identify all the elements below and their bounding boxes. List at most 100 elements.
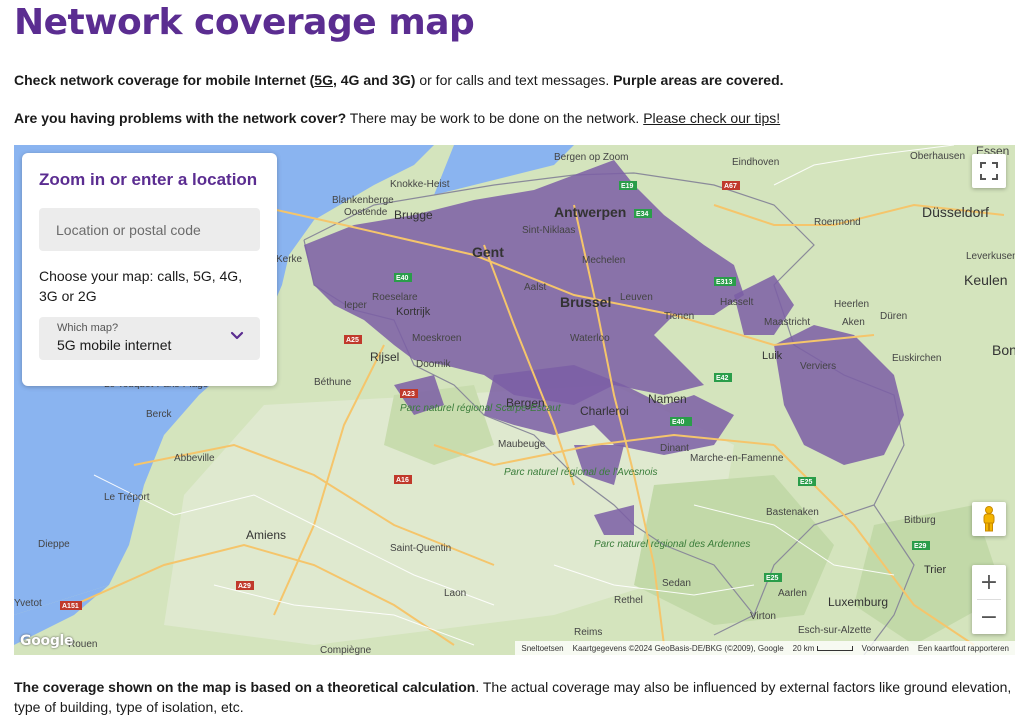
place-label: Aarlen <box>778 588 807 599</box>
place-label: Laon <box>444 588 466 599</box>
place-label: Leuven <box>620 292 653 303</box>
place-label: Amiens <box>246 528 286 542</box>
place-label: Maubeuge <box>498 439 546 450</box>
place-label: Esch-sur-Alzette <box>798 625 872 636</box>
map-data-text: Kaartgegevens ©2024 GeoBasis-DE/BKG (©20… <box>572 643 784 653</box>
place-label: Moeskroen <box>412 333 461 344</box>
location-panel: Zoom in or enter a location Choose your … <box>22 153 277 386</box>
place-label: Brussel <box>560 294 611 310</box>
tips-link[interactable]: Please check our tips! <box>643 110 780 126</box>
shortcuts-link[interactable]: Sneltoetsen <box>521 644 563 653</box>
place-label: Roeselare <box>372 292 418 303</box>
place-label: Verviers <box>800 361 836 372</box>
svg-text:A23: A23 <box>402 391 415 398</box>
place-label: Charleroi <box>580 404 629 418</box>
place-label: Saint-Quentin <box>390 543 451 554</box>
problems-text: Are you having problems with the network… <box>14 110 781 126</box>
place-label: Oberhausen <box>910 151 965 162</box>
road-shield: A67 <box>722 181 740 190</box>
place-label: Antwerpen <box>554 204 626 220</box>
google-logo: Google <box>20 633 74 649</box>
place-label: Rijsel <box>370 350 399 364</box>
svg-text:A29: A29 <box>238 583 251 590</box>
svg-text:E29: E29 <box>914 543 927 550</box>
place-label: Blankenberge <box>332 195 394 206</box>
place-label: Ieper <box>344 300 367 311</box>
panel-title: Zoom in or enter a location <box>39 170 258 189</box>
place-label: Trier <box>924 564 947 576</box>
road-shield: A23 <box>400 389 418 398</box>
place-label: Roermond <box>814 217 861 228</box>
place-label: Rethel <box>614 595 643 606</box>
place-label: Leverkusen <box>966 251 1015 262</box>
coverage-footnote: The coverage shown on the map is based o… <box>14 679 1012 715</box>
location-input[interactable] <box>39 208 260 251</box>
place-label: Béthune <box>314 377 352 388</box>
place-label: Dieppe <box>38 539 70 550</box>
road-shield: E313 <box>714 277 736 286</box>
select-label: Which map? <box>57 322 119 334</box>
chevron-down-icon <box>230 331 244 340</box>
place-label: Bergen op Zoom <box>554 152 629 163</box>
place-label: Mechelen <box>582 255 625 266</box>
road-shield: E40 <box>670 417 692 426</box>
road-shield: E40 <box>394 273 412 282</box>
place-label: Dinant <box>660 443 689 454</box>
fullscreen-button[interactable] <box>972 154 1006 188</box>
place-label: Parc naturel régional Scarpe-Escaut <box>400 403 562 414</box>
report-error-link[interactable]: Een kaartfout rapporteren <box>918 644 1009 653</box>
pegman-icon <box>983 506 995 532</box>
place-label: Oostende <box>344 207 388 218</box>
svg-text:A16: A16 <box>396 477 409 484</box>
road-shield: A25 <box>346 337 359 344</box>
svg-text:E25: E25 <box>766 575 779 582</box>
road-shield: E25 <box>798 477 816 486</box>
svg-text:E25: E25 <box>800 479 813 486</box>
place-label: Luxemburg <box>828 595 888 609</box>
place-label: Doornik <box>416 359 451 370</box>
zoom-in-button[interactable]: + <box>972 565 1006 599</box>
place-label: Aken <box>842 317 865 328</box>
place-label: Eindhoven <box>732 157 779 168</box>
terms-link[interactable]: Voorwaarden <box>862 644 909 653</box>
map-type-select[interactable]: Which map? 5G mobile internet <box>39 317 260 360</box>
street-view-button[interactable] <box>972 502 1006 536</box>
place-label: Bastenaken <box>766 507 819 518</box>
place-label: Keulen <box>964 272 1008 288</box>
road-shield: A16 <box>394 475 412 484</box>
select-value: 5G mobile internet <box>57 337 172 353</box>
svg-text:E40: E40 <box>672 419 685 426</box>
map-attribution: Sneltoetsen Kaartgegevens ©2024 GeoBasis… <box>515 641 1015 655</box>
road-shield: E29 <box>912 541 930 550</box>
road-shield: A29 <box>236 581 254 590</box>
coverage-map[interactable]: Bergen op Zoom Eindhoven Oberhausen Esse… <box>14 145 1015 655</box>
place-label: Kortrijk <box>396 306 431 318</box>
place-label: Brugge <box>394 208 433 222</box>
place-label: Bonn <box>992 342 1015 358</box>
place-label: Hasselt <box>720 297 754 308</box>
place-label: Maastricht <box>764 317 810 328</box>
svg-text:A151: A151 <box>62 603 79 610</box>
place-label: Gent <box>472 244 504 260</box>
zoom-controls: + − <box>972 565 1006 634</box>
intro-text: Check network coverage for mobile Intern… <box>14 72 784 88</box>
svg-text:E34: E34 <box>636 211 649 218</box>
place-label: Kerke <box>276 254 303 265</box>
place-label: Parc naturel régional des Ardennes <box>594 539 750 550</box>
svg-text:E42: E42 <box>716 375 729 382</box>
road-shield: E19 <box>619 181 637 190</box>
place-label: Waterloo <box>570 333 610 344</box>
place-label: Le Tréport <box>104 492 150 503</box>
place-label: Luik <box>762 350 783 362</box>
zoom-out-button[interactable]: − <box>972 600 1006 634</box>
road-shield: A151 <box>60 601 82 610</box>
scale-bar <box>816 645 853 651</box>
svg-text:E19: E19 <box>621 183 634 190</box>
link-5g[interactable]: 5G <box>314 72 333 88</box>
road-shield: E42 <box>714 373 732 382</box>
place-label: Virton <box>750 611 776 622</box>
place-label: Sint-Niklaas <box>522 225 575 236</box>
road-shield: A25 <box>344 335 362 344</box>
place-label: Parc naturel régional de l'Avesnois <box>504 467 657 478</box>
place-label: Düsseldorf <box>922 204 989 220</box>
